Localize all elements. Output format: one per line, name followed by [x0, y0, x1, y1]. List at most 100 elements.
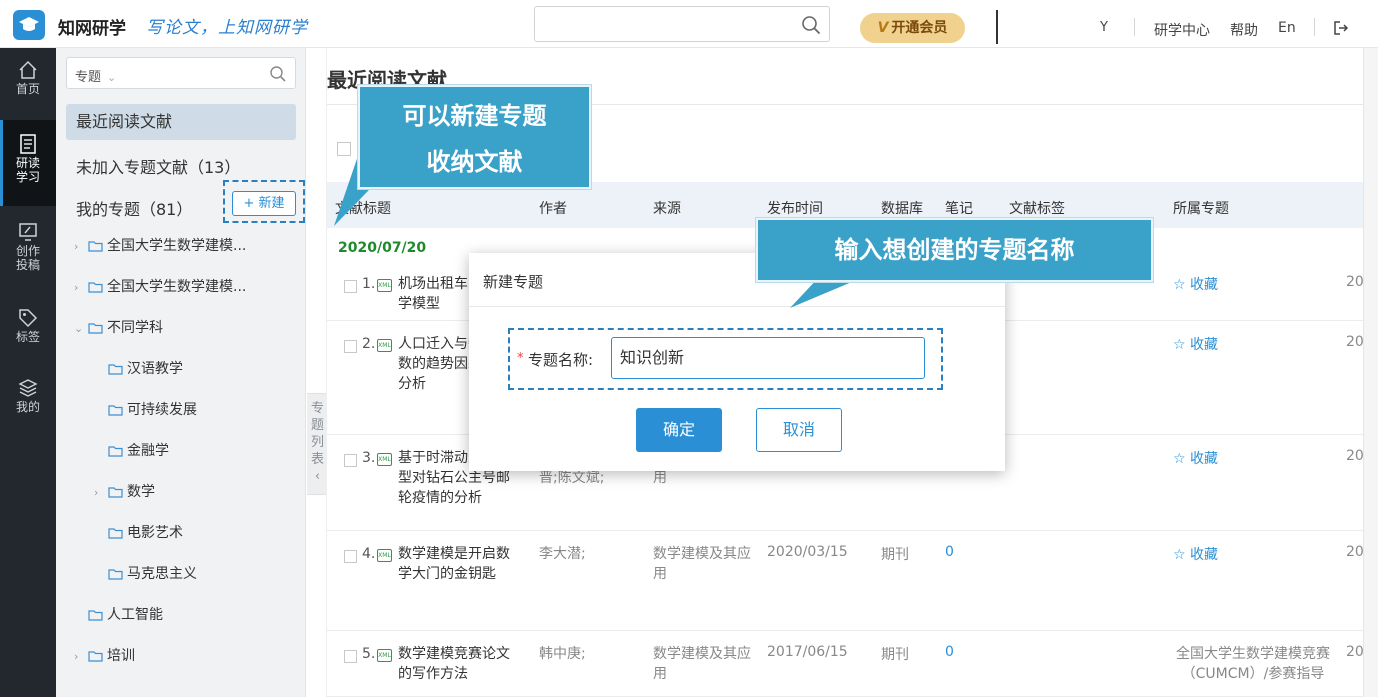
row-author: 李大潜; — [539, 546, 586, 562]
column-header-database[interactable]: 数据库 — [881, 198, 923, 218]
search-icon[interactable] — [269, 65, 287, 83]
nav-mine[interactable]: 我的 — [0, 374, 56, 446]
top-header: 知网研学 写论文，上知网研学 V 开通会员 Y 研学中心 帮助 En — [0, 0, 1378, 48]
column-header-author[interactable]: 作者 — [539, 198, 567, 218]
row-number: 1. — [362, 276, 376, 292]
topic-tree-item[interactable]: 金融学 — [94, 439, 169, 463]
topic-tree-item[interactable]: › 数学 — [94, 480, 155, 504]
row-checkbox[interactable] — [344, 280, 357, 293]
sidebar-item-unassigned[interactable]: 未加入专题文献（13） — [76, 154, 240, 178]
vertical-scrollbar[interactable] — [1363, 48, 1378, 697]
row-date: 2017/06/15 — [767, 644, 848, 660]
nav-research-center[interactable]: 研学中心 — [1154, 20, 1210, 40]
search-icon[interactable] — [801, 15, 821, 35]
topic-tree-item[interactable]: › 培训 — [74, 644, 135, 668]
folder-icon — [108, 446, 123, 457]
topic-tree-item[interactable]: › 全国大学生数学建模... — [74, 234, 246, 258]
row-database: 期刊 — [881, 647, 909, 663]
row-notes[interactable]: 0 — [945, 644, 954, 660]
chevron-right-icon[interactable]: › — [94, 481, 108, 505]
topic-tree-item[interactable]: › 全国大学生数学建模... — [74, 275, 246, 299]
row-number: 4. — [362, 546, 376, 562]
row-checkbox[interactable] — [344, 550, 357, 563]
table-row[interactable]: 5. XML 数学建模竞赛论文的写作方法 韩中庚; 数学建模及其应用 2017/06/15… — [327, 631, 1368, 697]
user-name-tail[interactable]: Y — [1100, 20, 1108, 35]
folder-icon — [88, 282, 103, 293]
chevron-right-icon[interactable]: › — [74, 235, 88, 259]
callout-create-topic: 可以新建专题 收纳文献 — [358, 85, 591, 189]
nav-tags[interactable]: 标签 — [0, 304, 56, 376]
sidebar-item-recent[interactable]: 最近阅读文献 — [66, 104, 296, 140]
topic-tree-item[interactable]: 汉语教学 — [94, 357, 183, 381]
confirm-button[interactable]: 确定 — [636, 408, 722, 452]
nav-create[interactable]: 创作 投稿 — [0, 212, 56, 284]
callout-create-topic-text: 可以新建专题 收纳文献 — [402, 102, 547, 176]
chevron-right-icon[interactable]: › — [74, 645, 88, 669]
nav-study-label: 研读 学习 — [15, 156, 40, 184]
column-header-tags[interactable]: 文献标签 — [1009, 198, 1065, 218]
folder-icon — [108, 569, 123, 580]
topic-name-input[interactable]: 知识创新 — [611, 337, 925, 379]
topic-tree-item[interactable]: ⌄ 不同学科 — [74, 316, 163, 340]
column-header-topic[interactable]: 所属专题 — [1173, 198, 1229, 218]
user-name-redacted[interactable] — [996, 10, 1100, 44]
row-notes[interactable]: 0 — [945, 544, 954, 560]
topic-tree-label: 培训 — [107, 648, 135, 664]
xml-file-icon: XML — [377, 453, 392, 466]
global-search-input[interactable] — [534, 6, 830, 42]
row-title[interactable]: 数学建模竞赛论文的写作方法 — [398, 644, 516, 684]
new-topic-button[interactable]: + 新建 — [232, 191, 296, 216]
left-nav: 首页 研读 学习 创作 投稿 标签 我的 — [0, 48, 56, 697]
table-row[interactable]: 4. XML 数学建模是开启数学大门的金钥匙 李大潜; 数学建模及其应用 2020/03/… — [327, 531, 1368, 631]
chevron-right-icon[interactable]: › — [74, 276, 88, 300]
logout-icon[interactable] — [1333, 20, 1349, 36]
dialog-divider — [469, 306, 1005, 307]
collapse-tab-label: 专 题 列 表 ‹ — [310, 401, 324, 484]
chevron-down-icon[interactable]: ⌄ — [74, 317, 88, 341]
row-title[interactable]: 数学建模是开启数学大门的金钥匙 — [398, 544, 516, 584]
date-group-header: 2020/07/20 — [338, 240, 427, 256]
topic-tree-item[interactable]: 人工智能 — [74, 603, 163, 627]
chevron-down-icon: ⌄ — [107, 71, 117, 84]
column-header-notes[interactable]: 笔记 — [945, 198, 973, 218]
folder-icon — [88, 323, 103, 334]
topic-tree-label: 人工智能 — [107, 607, 163, 623]
folder-icon — [88, 610, 103, 621]
column-header-source[interactable]: 来源 — [653, 198, 681, 218]
callout-enter-name: 输入想创建的专题名称 — [756, 218, 1153, 282]
topic-tree-label: 金融学 — [127, 443, 169, 459]
favorite-link[interactable]: ☆ 收藏 — [1173, 274, 1218, 294]
cancel-button[interactable]: 取消 — [756, 408, 842, 452]
nav-language[interactable]: En — [1278, 20, 1296, 36]
sidebar-item-my-topics[interactable]: 我的专题（81） — [76, 196, 192, 220]
topic-tree-label: 全国大学生数学建模... — [107, 279, 247, 295]
app-name[interactable]: 知网研学 — [58, 14, 126, 39]
required-mark: * — [517, 351, 524, 366]
nav-help[interactable]: 帮助 — [1230, 20, 1258, 40]
graduation-cap-icon[interactable] — [13, 10, 45, 40]
folder-icon — [88, 241, 103, 252]
topic-tree-item[interactable]: 可持续发展 — [94, 398, 197, 422]
vip-button[interactable]: V 开通会员 — [860, 13, 965, 43]
vip-label: 开通会员 — [891, 20, 948, 36]
row-checkbox[interactable] — [344, 650, 357, 663]
favorite-link[interactable]: ☆ 收藏 — [1173, 448, 1218, 468]
topic-tree-label: 马克思主义 — [127, 566, 197, 582]
stack-icon — [18, 379, 38, 397]
nav-home[interactable]: 首页 — [0, 48, 56, 120]
nav-mine-label: 我的 — [15, 400, 40, 414]
nav-study[interactable]: 研读 学习 — [0, 120, 56, 206]
topic-search-input[interactable]: 专题 ⌄ — [66, 57, 296, 89]
search-scope-select[interactable]: 专题 ⌄ — [75, 66, 116, 85]
row-checkbox[interactable] — [344, 454, 357, 467]
nav-tags-label: 标签 — [15, 330, 40, 344]
search-scope-label: 专题 — [75, 70, 102, 85]
topic-tree-item[interactable]: 马克思主义 — [94, 562, 197, 586]
new-topic-dialog: 新建专题 * 专题名称: 知识创新 确定 取消 — [469, 253, 1005, 471]
favorite-link[interactable]: ☆ 收藏 — [1173, 544, 1218, 564]
row-checkbox[interactable] — [344, 340, 357, 353]
column-header-date[interactable]: 发布时间 — [767, 198, 823, 218]
row-number: 2. — [362, 336, 376, 352]
topic-tree-item[interactable]: 电影艺术 — [94, 521, 183, 545]
favorite-link[interactable]: ☆ 收藏 — [1173, 334, 1218, 354]
